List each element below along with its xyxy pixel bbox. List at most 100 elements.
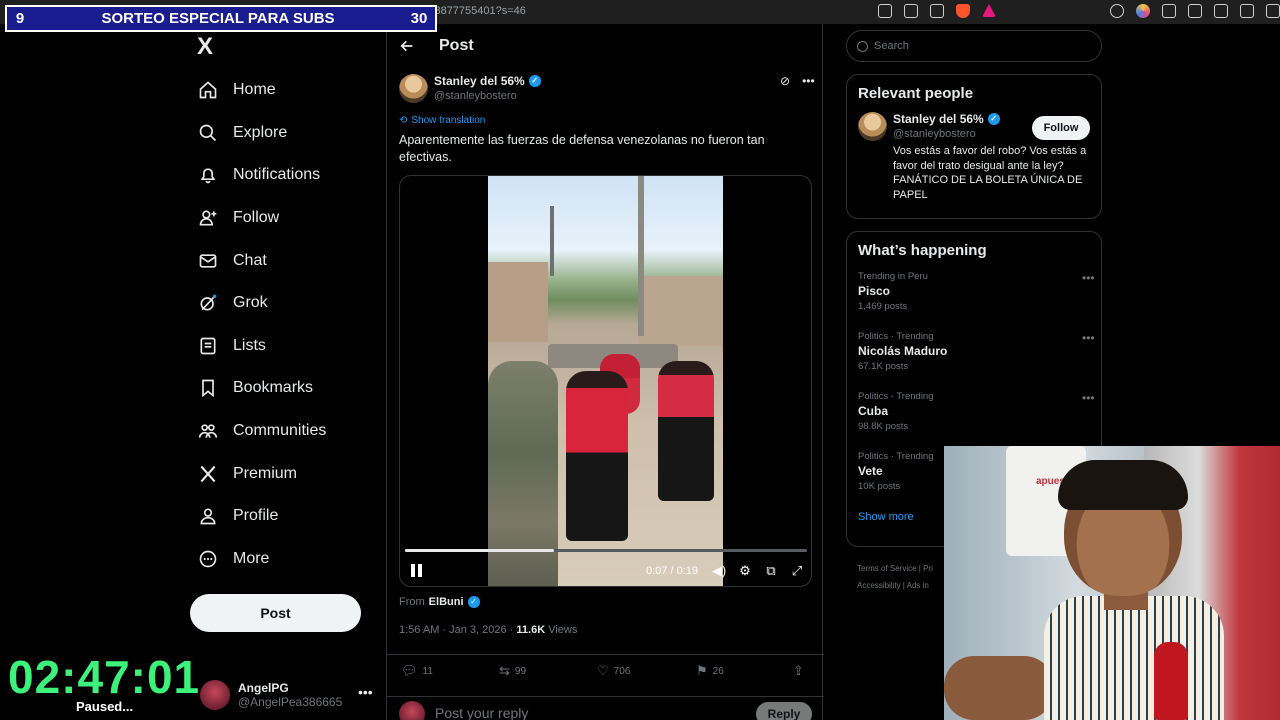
trend-name: Cuba [858, 404, 888, 418]
video-frame[interactable] [488, 176, 723, 586]
primary-nav: Home Explore Notifications Follow Chat G… [196, 69, 376, 580]
nav-profile[interactable]: Profile [196, 495, 376, 538]
avatar[interactable] [399, 74, 428, 103]
wallet-icon[interactable] [1240, 4, 1254, 18]
nav-communities[interactable]: Communities [196, 410, 376, 453]
post-timestamp[interactable]: 1:56 AM · Jan 3, 2026 · [399, 624, 516, 636]
search-icon [196, 121, 220, 145]
author-name[interactable]: Stanley del 56% ✓ [434, 74, 541, 88]
footer-line[interactable]: Terms of Service | Pri [857, 560, 933, 577]
video-progress-bar[interactable] [405, 549, 807, 552]
account-switcher[interactable]: AngelPG @AngelPea386665 [200, 680, 342, 710]
giveaway-count-right: 30 [410, 10, 428, 27]
relevant-people-title: Relevant people [858, 85, 974, 102]
nav-home[interactable]: Home [196, 69, 376, 112]
footer-line[interactable]: Accessibility | Ads in [857, 577, 933, 594]
repost-icon: ⇆ [499, 663, 510, 678]
webcam-arm [944, 656, 1054, 720]
person-name-text: Stanley del 56% [893, 112, 984, 126]
brave-shield-icon[interactable] [956, 4, 970, 18]
giveaway-banner: 9 SORTEO ESPECIAL PARA SUBS 30 [5, 5, 437, 32]
leo-icon[interactable] [1266, 4, 1280, 18]
extension-color-icon[interactable] [1136, 4, 1150, 18]
post-button[interactable]: Post [190, 594, 361, 632]
timer-status: Paused... [76, 699, 134, 714]
bookmark-action[interactable]: ⚑ 26 [696, 663, 724, 679]
trend-item[interactable]: Politics · Trending Cuba 98.8K posts ••• [858, 391, 1101, 451]
trend-item[interactable]: Politics · Trending Nicolás Maduro 67.1K… [858, 331, 1101, 391]
giveaway-title: SORTEO ESPECIAL PARA SUBS [101, 10, 335, 27]
nav-explore[interactable]: Explore [196, 112, 376, 155]
video-progress-fill [405, 549, 554, 552]
video-scene-pole [550, 206, 554, 276]
pause-icon[interactable] [411, 564, 423, 578]
nav-chat[interactable]: Chat [196, 239, 376, 282]
trend-name: Nicolás Maduro [858, 344, 948, 358]
more-dots-icon[interactable]: ••• [1082, 271, 1095, 285]
settings-gear-icon[interactable]: ⚙ [737, 563, 753, 579]
trend-category: Politics · Trending [858, 331, 934, 342]
trend-count: 10K posts [858, 481, 901, 492]
more-dots-icon[interactable]: ••• [358, 684, 373, 700]
video-source: From ElBuni ✓ [399, 596, 480, 608]
share-action[interactable]: ⇪ [793, 663, 804, 679]
source-link[interactable]: ElBuni [429, 596, 464, 608]
media-icon[interactable] [1188, 4, 1202, 18]
search-icon [857, 40, 868, 52]
trend-item[interactable]: Trending in Peru Pisco 1,469 posts ••• [858, 271, 1101, 331]
more-dots-icon[interactable]: ••• [1082, 331, 1095, 345]
share-icon[interactable] [930, 4, 944, 18]
author-handle: @stanleybostero [434, 90, 517, 102]
like-action[interactable]: ♡ 706 [597, 663, 630, 679]
follow-button[interactable]: Follow [1032, 116, 1090, 140]
grok-icon[interactable]: ⊘ [780, 74, 790, 88]
trend-category: Trending in Peru [858, 271, 928, 282]
nav-premium[interactable]: Premium [196, 452, 376, 495]
search-input[interactable]: Search [846, 30, 1102, 62]
nav-follow[interactable]: Follow [196, 197, 376, 240]
translate-icon[interactable] [904, 4, 918, 18]
extension-diamond-icon[interactable] [1110, 4, 1124, 18]
cast-icon[interactable] [878, 4, 892, 18]
webcam-hair [1058, 460, 1188, 510]
repost-action[interactable]: ⇆ 99 [499, 663, 526, 679]
avatar[interactable] [858, 112, 887, 141]
reply-count: 11 [422, 665, 433, 677]
video-controls: 0:07 / 0:19 ◀) ⚙ ⧉ ⤢ [400, 562, 811, 582]
person-name[interactable]: Stanley del 56% ✓ [893, 112, 1000, 126]
relevant-person[interactable]: Stanley del 56% ✓ @stanleybostero Follow … [858, 112, 1101, 232]
nav-label: Follow [233, 209, 280, 227]
extensions-puzzle-icon[interactable] [1162, 4, 1176, 18]
nav-bookmarks[interactable]: Bookmarks [196, 367, 376, 410]
back-arrow-icon[interactable] [399, 38, 415, 54]
show-translation-link[interactable]: ⟲ Show translation [399, 115, 485, 126]
nav-more[interactable]: More [196, 538, 376, 581]
tweet-author[interactable]: Stanley del 56% ✓ @stanleybostero [399, 74, 541, 103]
sidebar-toggle-icon[interactable] [1214, 4, 1228, 18]
reply-button[interactable]: Reply [756, 702, 812, 720]
avatar [399, 701, 425, 720]
tweet-top-actions: ⊘ ••• [780, 74, 815, 88]
verified-badge-icon: ✓ [987, 113, 1000, 125]
nav-notifications[interactable]: Notifications [196, 154, 376, 197]
webcam-microphone [1154, 642, 1188, 720]
page-title: Post [439, 37, 474, 54]
fullscreen-icon[interactable]: ⤢ [789, 563, 805, 579]
brave-rewards-icon[interactable] [982, 4, 996, 17]
reply-action[interactable]: 💬︎ 11 [401, 663, 433, 679]
more-dots-icon[interactable]: ••• [802, 74, 815, 88]
bookmark-count: 26 [712, 665, 724, 677]
nav-grok[interactable]: Grok [196, 282, 376, 325]
nav-lists[interactable]: Lists [196, 325, 376, 368]
more-dots-icon[interactable]: ••• [1082, 391, 1095, 405]
volume-icon[interactable]: ◀) [711, 563, 727, 579]
translate-icon: ⟲ [399, 115, 408, 126]
reply-input[interactable]: Post your reply [435, 705, 528, 720]
x-logo[interactable]: X [197, 33, 213, 61]
footer-links: Terms of Service | Pri Accessibility | A… [857, 560, 933, 594]
video-player[interactable]: 0:07 / 0:19 ◀) ⚙ ⧉ ⤢ [399, 175, 812, 587]
pip-icon[interactable]: ⧉ [763, 563, 779, 579]
video-scene-soldier [488, 361, 558, 586]
bookmark-icon: ⚑ [696, 663, 708, 678]
post-column: Post Stanley del 56% ✓ @stanleybostero ⊘ … [386, 24, 824, 720]
